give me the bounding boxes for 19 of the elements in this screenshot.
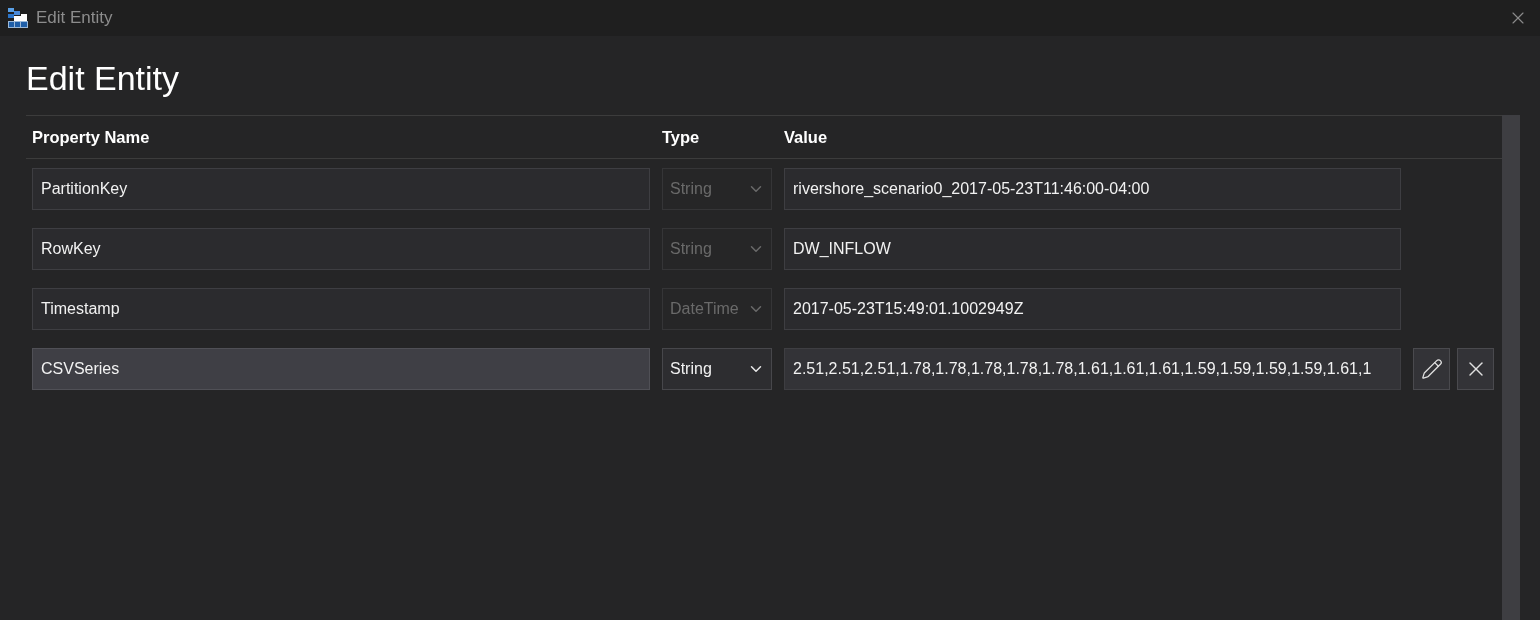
delete-button[interactable] <box>1457 348 1494 390</box>
blocks-icon <box>8 8 28 28</box>
column-header: Property Name <box>32 127 150 147</box>
value-field[interactable]: 2.51,2.51,2.51,1.78,1.78,1.78,1.78,1.78,1.61,1.61,1.61,1.59,1.59,1.59,1.59,1.61,1 <box>784 348 1401 390</box>
scrollbar[interactable] <box>1502 115 1520 620</box>
column-header: Value <box>784 127 828 147</box>
type-dropdown[interactable]: String <box>662 348 772 390</box>
property-name-field[interactable]: RowKey <box>32 228 650 270</box>
pencil-icon <box>1420 358 1443 380</box>
column-header: Type <box>662 127 700 147</box>
property-name-field[interactable]: CSVSeries <box>32 348 650 390</box>
property-name-field[interactable]: PartitionKey <box>32 168 650 210</box>
value-field[interactable]: DW_INFLOW <box>784 228 1401 270</box>
value-field[interactable]: rivershore_scenario0_2017-05-23T11:46:00-04:00 <box>784 168 1401 210</box>
property-name-field[interactable]: Timestamp <box>32 288 650 330</box>
value-field[interactable]: 2017-05-23T15:49:01.1002949Z <box>784 288 1401 330</box>
window-title: Edit Entity <box>36 8 114 28</box>
page-heading: Edit Entity <box>26 58 180 99</box>
edit-button[interactable] <box>1413 348 1450 390</box>
